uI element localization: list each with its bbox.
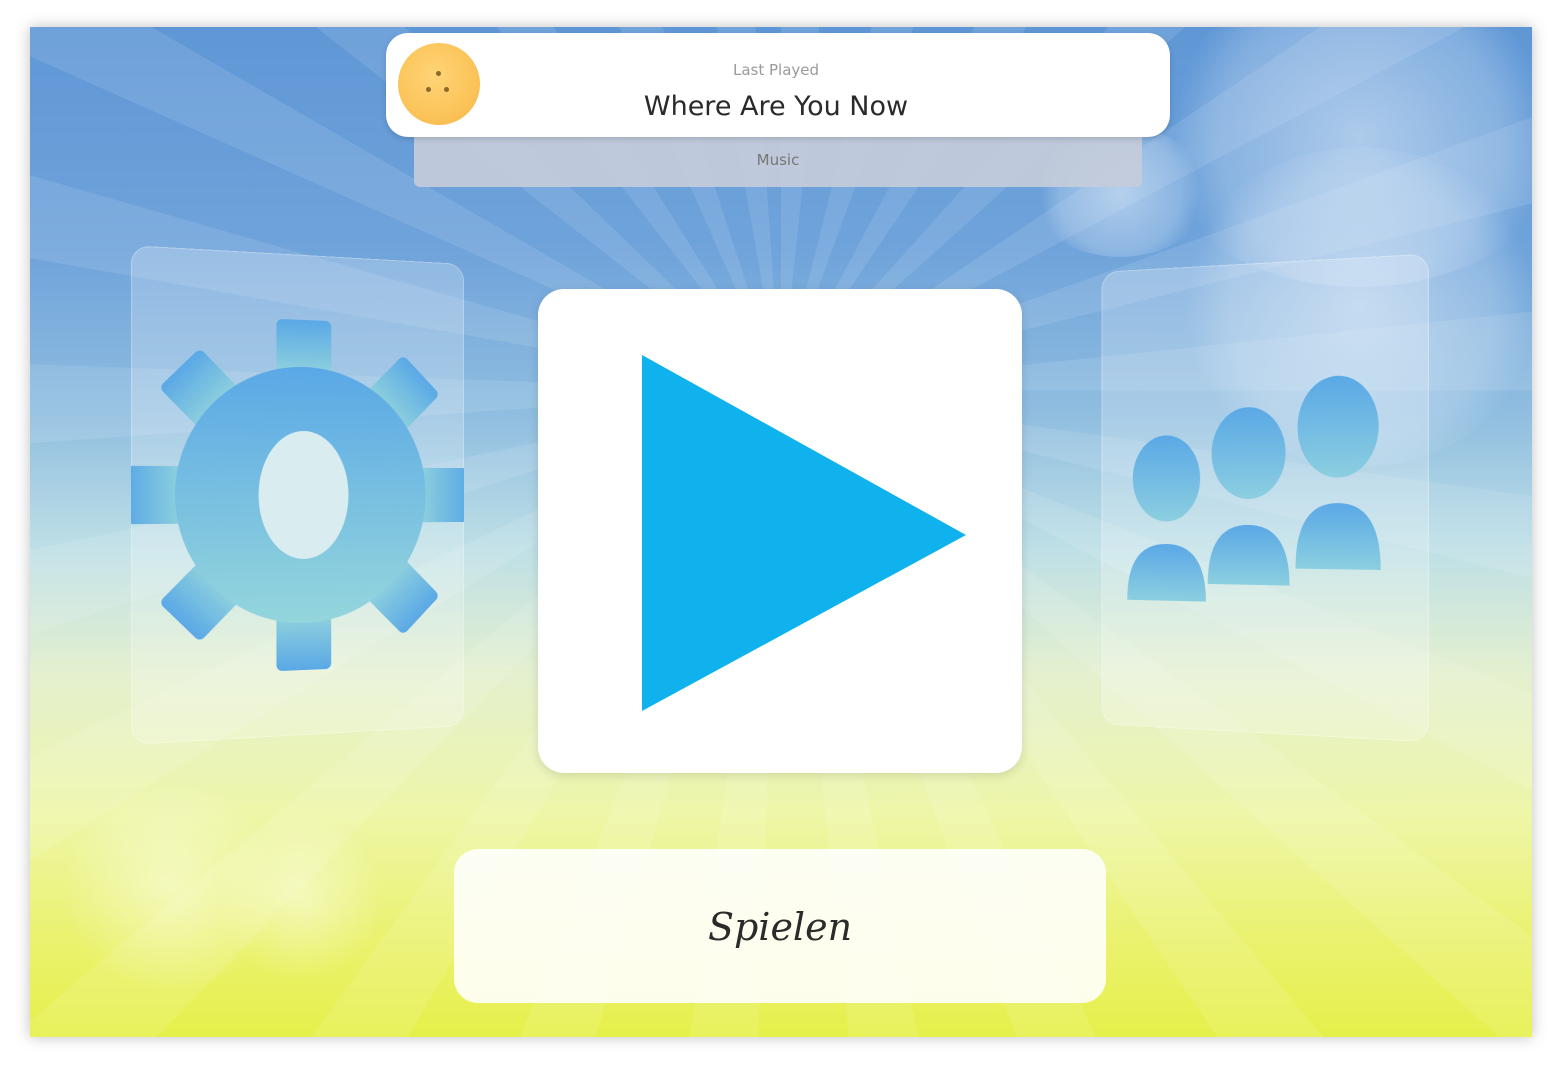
now-playing-category: Music	[756, 151, 800, 169]
avatar-dots-icon	[424, 69, 454, 99]
users-tile[interactable]	[1101, 253, 1429, 743]
app-window: Music Last Played Where Are You Now Spie…	[30, 27, 1532, 1037]
play-button[interactable]	[538, 289, 1022, 773]
now-playing-card[interactable]: Last Played Where Are You Now	[386, 33, 1170, 137]
users-group-icon	[1127, 374, 1381, 602]
mode-label-card[interactable]: Spielen	[454, 849, 1106, 1003]
mode-label: Spielen	[707, 905, 853, 949]
play-icon	[642, 355, 966, 711]
gear-icon	[130, 318, 465, 672]
avatar	[398, 43, 480, 125]
now-playing-subtitle: Last Played	[732, 61, 820, 79]
background-sparkle	[210, 817, 390, 977]
now-playing-bar[interactable]: Music	[414, 137, 1142, 187]
now-playing-title: Where Are You Now	[643, 91, 909, 122]
settings-tile[interactable]	[130, 245, 465, 745]
